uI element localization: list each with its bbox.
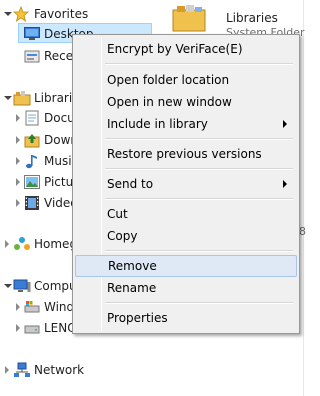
expand-arrow-icon[interactable] [16,157,20,165]
nav-documents-label: Docu [44,111,75,125]
drive-icon [24,301,40,313]
nav-homegroup-label: Homeg [34,237,78,251]
menu-item-copy[interactable]: Copy [75,225,297,247]
menu-separator [105,63,293,65]
nav-windows-drive-label: Wind [44,300,75,314]
expand-arrow-icon[interactable] [16,136,20,144]
menu-separator [105,138,293,140]
menu-item-encrypt[interactable]: Encrypt by VeriFace(E) [75,38,297,60]
expand-arrow-icon[interactable] [16,303,20,311]
context-menu: Encrypt by VeriFace(E) Open folder locat… [72,34,300,334]
menu-item-label: Open folder location [107,73,230,87]
nav-network-label: Network [34,363,85,377]
nav-favorites[interactable]: Favorites [0,4,152,24]
recent-places-icon [24,50,40,63]
menu-item-send-to[interactable]: Send to [75,173,297,195]
expand-arrow-icon[interactable] [16,324,20,332]
nav-pictures-label: Pictu [44,175,74,189]
expand-arrow-icon[interactable] [5,240,9,248]
menu-item-label: Rename [107,281,157,295]
menu-item-label: Restore previous versions [107,147,262,161]
menu-item-label: Cut [107,207,128,221]
collapse-arrow-icon[interactable] [4,12,12,16]
menu-item-label: Open in new window [107,95,232,109]
pictures-icon [24,175,40,189]
expand-arrow-icon[interactable] [16,199,20,207]
menu-item-remove[interactable]: Remove [75,255,297,277]
desktop-icon [24,27,40,40]
library-item[interactable]: Libraries System Folder [170,2,305,39]
star-icon [13,6,29,22]
nav-music-label: Musi [44,154,72,168]
menu-item-label: Encrypt by VeriFace(E) [107,42,243,56]
menu-item-label: Remove [108,259,157,273]
menu-separator [105,198,293,200]
menu-separator [105,302,293,304]
menu-item-include-in-library[interactable]: Include in library [75,113,297,135]
drive-icon [24,325,40,334]
menu-separator [105,168,293,170]
menu-item-label: Copy [107,229,138,243]
network-icon [14,362,30,377]
menu-item-open-new-window[interactable]: Open in new window [75,91,297,113]
documents-icon [25,110,39,126]
nav-network[interactable]: Network [0,360,152,380]
menu-item-open-folder-location[interactable]: Open folder location [75,69,297,91]
menu-item-cut[interactable]: Cut [75,203,297,225]
scrollbar[interactable] [303,0,304,396]
music-icon [26,155,37,169]
homegroup-icon [14,237,30,250]
menu-item-label: Send to [107,177,154,191]
nav-favorites-label: Favorites [34,7,89,21]
libraries-icon [13,91,31,106]
expand-arrow-icon[interactable] [16,114,20,122]
menu-item-restore-previous-versions[interactable]: Restore previous versions [75,143,297,165]
library-item-title: Libraries [226,11,278,25]
menu-item-label: Include in library [107,117,208,131]
menu-item-rename[interactable]: Rename [75,277,297,299]
expand-arrow-icon[interactable] [16,178,20,186]
collapse-arrow-icon[interactable] [4,96,12,100]
downloads-icon [24,134,40,148]
submenu-arrow-icon [283,120,287,128]
nav-computer-label: Compu [34,279,77,293]
menu-item-properties[interactable]: Properties [75,307,297,329]
computer-icon [13,279,31,292]
libraries-folder-icon [172,5,206,32]
videos-icon [25,196,39,210]
expand-arrow-icon[interactable] [5,366,9,374]
submenu-arrow-icon [283,180,287,188]
collapse-arrow-icon[interactable] [4,284,12,288]
menu-item-label: Properties [107,311,168,325]
menu-separator [105,250,293,252]
